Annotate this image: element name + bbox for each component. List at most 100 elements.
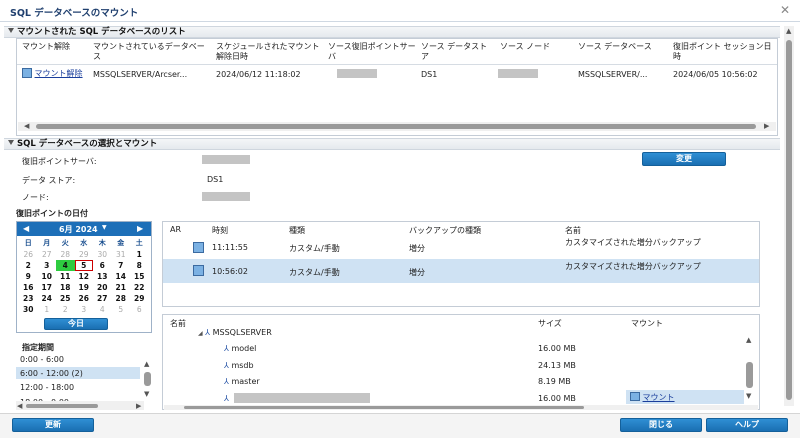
month-label[interactable]: 6月 2024 <box>59 224 98 235</box>
calendar-day[interactable]: 28 <box>112 293 131 304</box>
calendar-week-row: 23 24 25 26 27 28 29 <box>19 293 149 304</box>
col-db-name: 名前 <box>170 319 186 328</box>
db-item-size: 16.00 MB <box>538 394 576 403</box>
calendar-week-row: 26 27 28 29 30 31 1 <box>19 249 149 260</box>
node-label: ノード: <box>22 193 49 202</box>
rp-backup-type: 増分 <box>409 268 425 277</box>
db-scroll-down-icon[interactable]: ▼ <box>746 392 751 400</box>
calendar-day[interactable]: 13 <box>93 271 112 282</box>
prev-month-icon[interactable]: ◀ <box>23 224 29 233</box>
calendar-day[interactable]: 3 <box>38 260 57 271</box>
calendar-day[interactable]: 9 <box>19 271 38 282</box>
session-time-value: 2024/06/05 10:56:02 <box>673 70 758 79</box>
calendar-day[interactable]: 29 <box>75 249 94 260</box>
period-vscroll-thumb[interactable] <box>144 372 151 386</box>
calendar-day[interactable]: 22 <box>130 282 149 293</box>
recovery-point-row-selected[interactable]: 10:56:02 カスタム/手動 増分 カスタマイズされた増分バックアップ <box>163 259 759 283</box>
close-button[interactable]: 閉じる <box>620 418 702 432</box>
month-dropdown-icon[interactable]: ▼ <box>102 224 107 231</box>
calendar-day[interactable]: 6 <box>130 304 149 315</box>
redacted-rps-value <box>202 155 250 164</box>
calendar-day[interactable]: 23 <box>19 293 38 304</box>
calendar-day[interactable]: 14 <box>112 271 131 282</box>
calendar-day[interactable]: 5 <box>112 304 131 315</box>
calendar-day[interactable]: 10 <box>38 271 57 282</box>
recovery-point-icon <box>193 265 204 276</box>
col-type: 種類 <box>289 226 305 235</box>
calendar-day[interactable]: 31 <box>112 249 131 260</box>
calendar-day[interactable]: 27 <box>38 249 57 260</box>
calendar-day[interactable]: 21 <box>112 282 131 293</box>
calendar-day[interactable]: 26 <box>75 293 94 304</box>
calendar-day[interactable]: 30 <box>19 304 38 315</box>
change-button[interactable]: 変更 <box>642 152 726 166</box>
calendar-day[interactable]: 15 <box>130 271 149 282</box>
period-scroll-left-icon[interactable]: ◀ <box>17 402 22 410</box>
db-item[interactable]: ⅄ <box>224 394 229 403</box>
calendar-day[interactable]: 1 <box>38 304 57 315</box>
calendar-day[interactable]: 17 <box>38 282 57 293</box>
period-item[interactable]: 0:00 - 6:00 <box>20 355 64 364</box>
calendar-day[interactable]: 2 <box>19 260 38 271</box>
period-scroll-up-icon[interactable]: ▲ <box>144 360 149 368</box>
calendar-day[interactable]: 28 <box>56 249 75 260</box>
unmount-action[interactable]: マウント解除 <box>22 68 90 80</box>
db-hscroll-thumb[interactable] <box>184 406 584 409</box>
scroll-right-icon[interactable]: ▶ <box>764 122 769 130</box>
col-source-datastore: ソース データストア <box>421 42 488 61</box>
calendar-day[interactable]: 2 <box>56 304 75 315</box>
calendar-day[interactable]: 3 <box>75 304 94 315</box>
mounted-hscroll-thumb[interactable] <box>36 124 756 129</box>
calendar-day[interactable]: 4 <box>93 304 112 315</box>
refresh-button[interactable]: 更新 <box>12 418 94 432</box>
db-vscroll-thumb[interactable] <box>746 362 753 388</box>
period-item[interactable]: 6:00 - 12:00 (2) <box>20 369 83 378</box>
weekday-label: 金 <box>117 239 125 247</box>
calendar-day[interactable]: 19 <box>75 282 94 293</box>
mount-action[interactable]: マウント <box>630 392 675 403</box>
calendar-day[interactable]: 6 <box>93 260 112 271</box>
calendar-day[interactable]: 29 <box>130 293 149 304</box>
db-scroll-up-icon[interactable]: ▲ <box>746 336 751 344</box>
calendar-day[interactable]: 11 <box>56 271 75 282</box>
db-tree-root[interactable]: ◢ ⅄ MSSQLSERVER <box>198 328 272 337</box>
help-button[interactable]: ヘルプ <box>706 418 788 432</box>
calendar-day[interactable]: 18 <box>56 282 75 293</box>
calendar-day[interactable]: 20 <box>93 282 112 293</box>
calendar-day[interactable]: 25 <box>56 293 75 304</box>
calendar-day[interactable]: 27 <box>93 293 112 304</box>
expand-icon[interactable]: ◢ <box>198 330 203 337</box>
mounted-list-section-header[interactable]: マウントされた SQL データベースのリスト <box>4 26 780 38</box>
select-mount-section-header[interactable]: SQL データベースの選択とマウント <box>4 138 780 150</box>
db-item[interactable]: ⅄ master <box>224 377 260 386</box>
calendar-day[interactable]: 8 <box>130 260 149 271</box>
today-button[interactable]: 今日 <box>44 318 108 330</box>
mount-link[interactable]: マウント <box>643 393 675 402</box>
db-item[interactable]: ⅄ msdb <box>224 361 254 370</box>
calendar-day[interactable]: 16 <box>19 282 38 293</box>
unmount-link[interactable]: マウント解除 <box>35 69 83 78</box>
redacted-node-value <box>202 192 250 201</box>
outer-vscroll-thumb[interactable] <box>786 40 792 400</box>
period-scroll-right-icon[interactable]: ▶ <box>136 402 141 410</box>
calendar-week-row: 9 10 11 12 13 14 15 <box>19 271 149 282</box>
recovery-point-row[interactable]: 11:11:55 カスタム/手動 増分 カスタマイズされた増分バックアップ <box>163 236 759 258</box>
period-scroll-down-icon[interactable]: ▼ <box>144 390 149 398</box>
calendar-day[interactable]: 24 <box>38 293 57 304</box>
next-month-icon[interactable]: ▶ <box>137 224 143 233</box>
period-item[interactable]: 12:00 - 18:00 <box>20 383 74 392</box>
scroll-left-icon[interactable]: ◀ <box>24 122 29 130</box>
db-item[interactable]: ⅄ model <box>224 344 256 353</box>
outer-scroll-up-icon[interactable]: ▲ <box>786 27 791 35</box>
calendar-day[interactable]: 12 <box>75 271 94 282</box>
db-item-size: 8.19 MB <box>538 377 571 386</box>
calendar-day[interactable]: 30 <box>93 249 112 260</box>
source-datastore-value: DS1 <box>421 70 438 79</box>
period-hscroll-thumb[interactable] <box>26 404 98 408</box>
calendar-day[interactable]: 1 <box>130 249 149 260</box>
calendar-day[interactable]: 4 <box>56 260 75 271</box>
calendar-day[interactable]: 7 <box>112 260 131 271</box>
calendar-day[interactable]: 26 <box>19 249 38 260</box>
calendar-day[interactable]: 5 <box>74 260 93 271</box>
close-icon[interactable]: ✕ <box>780 3 790 17</box>
